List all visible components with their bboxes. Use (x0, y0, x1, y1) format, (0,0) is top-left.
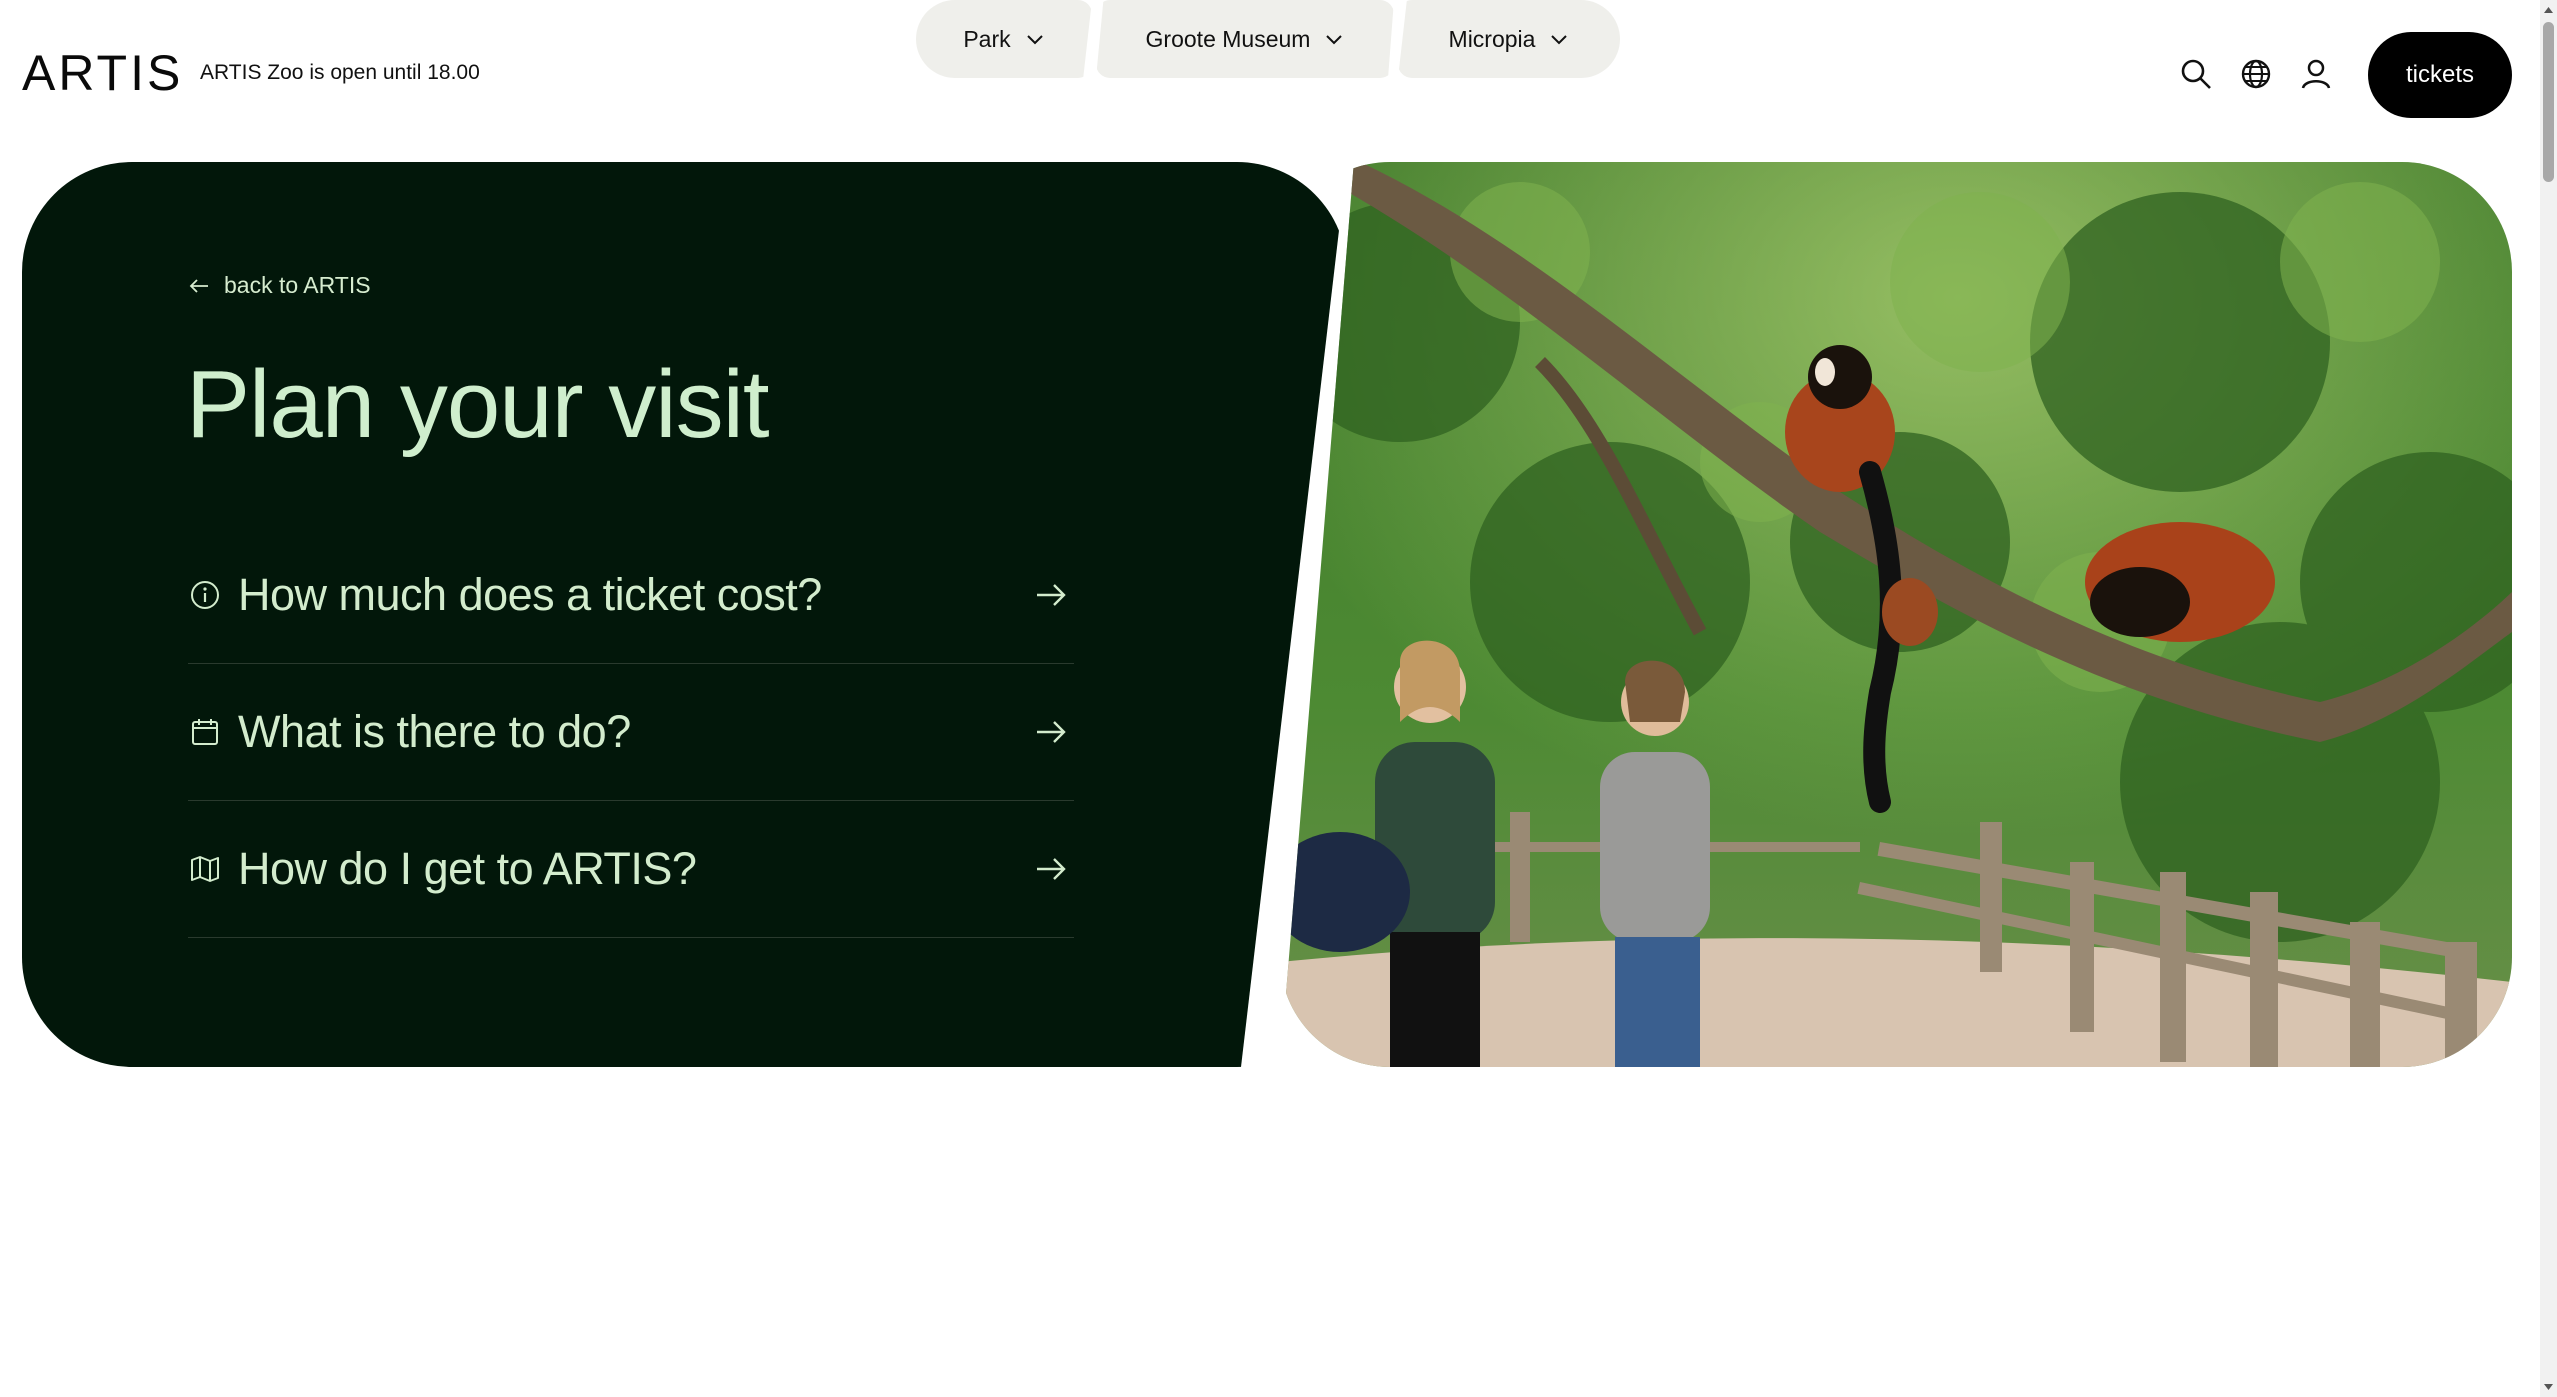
back-link[interactable]: back to ARTIS (188, 272, 371, 299)
arrow-right-icon (1037, 721, 1066, 743)
search-button[interactable] (2174, 52, 2218, 96)
nav-park[interactable]: Park (916, 0, 1092, 78)
arrow-right-icon (1037, 584, 1066, 606)
nav-park-label: Park (963, 25, 1011, 52)
page-title: Plan your visit (186, 351, 770, 458)
hero-photo-illustration (1280, 162, 2512, 1067)
account-button[interactable] (2294, 52, 2338, 96)
scroll-up-icon[interactable] (2543, 4, 2554, 16)
faq-item-ticket-cost[interactable]: How much does a ticket cost? (188, 527, 1074, 664)
user-icon (2301, 59, 2331, 89)
faq-question: What is there to do? (238, 706, 631, 757)
nav-micropia-label: Micropia (1448, 25, 1536, 52)
faq-question: How do I get to ARTIS? (238, 843, 697, 894)
chevron-down-icon (1026, 35, 1043, 45)
globe-icon (2241, 59, 2271, 89)
tickets-button[interactable]: tickets (2368, 32, 2512, 118)
scroll-thumb[interactable] (2543, 22, 2554, 182)
arrow-left-icon (189, 278, 208, 293)
faq-list: How much does a ticket cost? What is the… (188, 527, 1074, 938)
scroll-down-icon[interactable] (2543, 1381, 2554, 1393)
map-icon (188, 852, 222, 886)
opening-status: ARTIS Zoo is open until 18.00 (200, 61, 480, 84)
hero-photo-lemurs (1280, 162, 2512, 1067)
site-header: ARTIS ARTIS Zoo is open until 18.00 Park… (0, 0, 2540, 150)
search-icon (2181, 59, 2211, 89)
back-link-label: back to ARTIS (224, 272, 371, 298)
chevron-down-icon (1551, 35, 1568, 45)
language-button[interactable] (2234, 52, 2278, 96)
chevron-down-icon (1326, 35, 1343, 45)
plan-visit-panel: back to ARTIS Plan your visit How much d… (22, 162, 1347, 1067)
calendar-icon (188, 715, 222, 749)
nav-groote-museum[interactable]: Groote Museum (1096, 0, 1394, 78)
nav-groote-museum-label: Groote Museum (1145, 25, 1311, 52)
page-scrollbar[interactable] (2540, 0, 2557, 1397)
artis-logo[interactable]: ARTIS (22, 48, 183, 98)
faq-item-getting-there[interactable]: How do I get to ARTIS? (188, 801, 1074, 938)
info-icon (188, 578, 222, 612)
faq-question: How much does a ticket cost? (238, 569, 822, 620)
faq-item-things-to-do[interactable]: What is there to do? (188, 664, 1074, 801)
arrow-right-icon (1037, 858, 1066, 880)
nav-micropia[interactable]: Micropia (1398, 0, 1620, 78)
